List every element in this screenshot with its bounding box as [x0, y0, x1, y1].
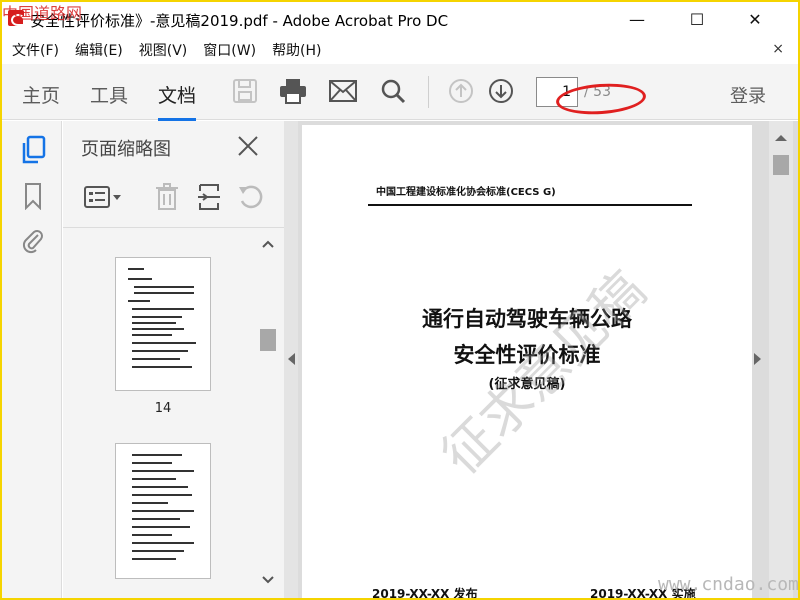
close-document-button[interactable]: × — [772, 41, 784, 57]
page-thumbnails-panel: 页面缩略图 14 — [63, 121, 284, 598]
menu-edit[interactable]: 编辑(E) — [75, 40, 123, 60]
minimize-button[interactable]: — — [614, 2, 660, 36]
delete-page-icon[interactable] — [155, 183, 179, 211]
thumbnail-page-15[interactable] — [115, 443, 211, 579]
tab-home[interactable]: 主页 — [22, 81, 60, 108]
acrobat-window: 安全性评价标准》-意见稿2019.pdf - Adobe Acrobat Pro… — [2, 2, 798, 598]
page-thumbnails-icon[interactable] — [19, 135, 47, 165]
collapse-left-icon[interactable] — [288, 353, 295, 365]
print-icon[interactable] — [278, 76, 308, 106]
menu-help[interactable]: 帮助(H) — [272, 40, 321, 60]
page-down-icon[interactable] — [486, 76, 516, 106]
close-panel-icon[interactable] — [237, 135, 259, 157]
attachment-icon[interactable] — [19, 225, 47, 255]
document-scrollbar[interactable] — [769, 121, 793, 598]
panel-divider — [63, 227, 284, 228]
thumbnail-options-icon[interactable] — [83, 183, 123, 211]
site-watermark-bottom: www.cndao.com — [658, 574, 798, 595]
panel-collapse-strip[interactable] — [284, 121, 298, 598]
menu-bar: 文件(F) 编辑(E) 视图(V) 窗口(W) 帮助(H) × — [2, 36, 798, 64]
tab-tools[interactable]: 工具 — [90, 81, 128, 108]
document-scroll-thumb[interactable] — [773, 155, 789, 175]
menu-view[interactable]: 视图(V) — [139, 40, 188, 60]
panel-title: 页面缩略图 — [81, 139, 171, 160]
search-icon[interactable] — [378, 76, 408, 106]
save-icon[interactable] — [230, 76, 260, 106]
title-bar: 安全性评价标准》-意见稿2019.pdf - Adobe Acrobat Pro… — [2, 2, 798, 36]
bookmark-icon[interactable] — [19, 181, 47, 211]
rotate-page-icon[interactable] — [237, 183, 265, 211]
extract-page-icon[interactable] — [197, 183, 221, 211]
menu-file[interactable]: 文件(F) — [12, 40, 59, 60]
thumbnail-label: 14 — [154, 401, 172, 416]
navigation-rail — [2, 121, 62, 598]
thumbnail-page-14[interactable] — [115, 257, 211, 391]
login-button[interactable]: 登录 — [730, 82, 766, 108]
maximize-button[interactable]: ☐ — [674, 2, 720, 36]
toolbar-separator — [428, 76, 429, 108]
window-title: 安全性评价标准》-意见稿2019.pdf - Adobe Acrobat Pro… — [30, 12, 449, 30]
header-rule — [368, 204, 692, 206]
tab-document[interactable]: 文档 — [158, 81, 197, 121]
email-icon[interactable] — [328, 76, 358, 106]
thumbnail-scroll-thumb[interactable] — [260, 329, 276, 351]
document-view: 中国工程建设标准化协会标准(CECS G) 通行自动驾驶车辆公路 安全性评价标准… — [298, 121, 798, 598]
menu-window[interactable]: 窗口(W) — [203, 40, 256, 60]
pdf-page: 中国工程建设标准化协会标准(CECS G) 通行自动驾驶车辆公路 安全性评价标准… — [302, 125, 752, 598]
page-up-icon[interactable] — [446, 76, 476, 106]
site-watermark-top: 中国道路网 — [2, 4, 83, 23]
document-header: 中国工程建设标准化协会标准(CECS G) — [376, 187, 556, 198]
scroll-up-icon[interactable] — [775, 135, 787, 141]
close-button[interactable]: ✕ — [732, 2, 778, 36]
collapse-right-icon[interactable] — [754, 353, 761, 365]
draft-watermark: 征求意见稿 — [431, 260, 658, 487]
publish-date: 2019-XX-XX 发布 — [372, 587, 478, 598]
thumbnail-scrollbar[interactable] — [259, 235, 276, 589]
toolbar: 主页 工具 文档 1 / 53 登录 — [2, 64, 798, 121]
